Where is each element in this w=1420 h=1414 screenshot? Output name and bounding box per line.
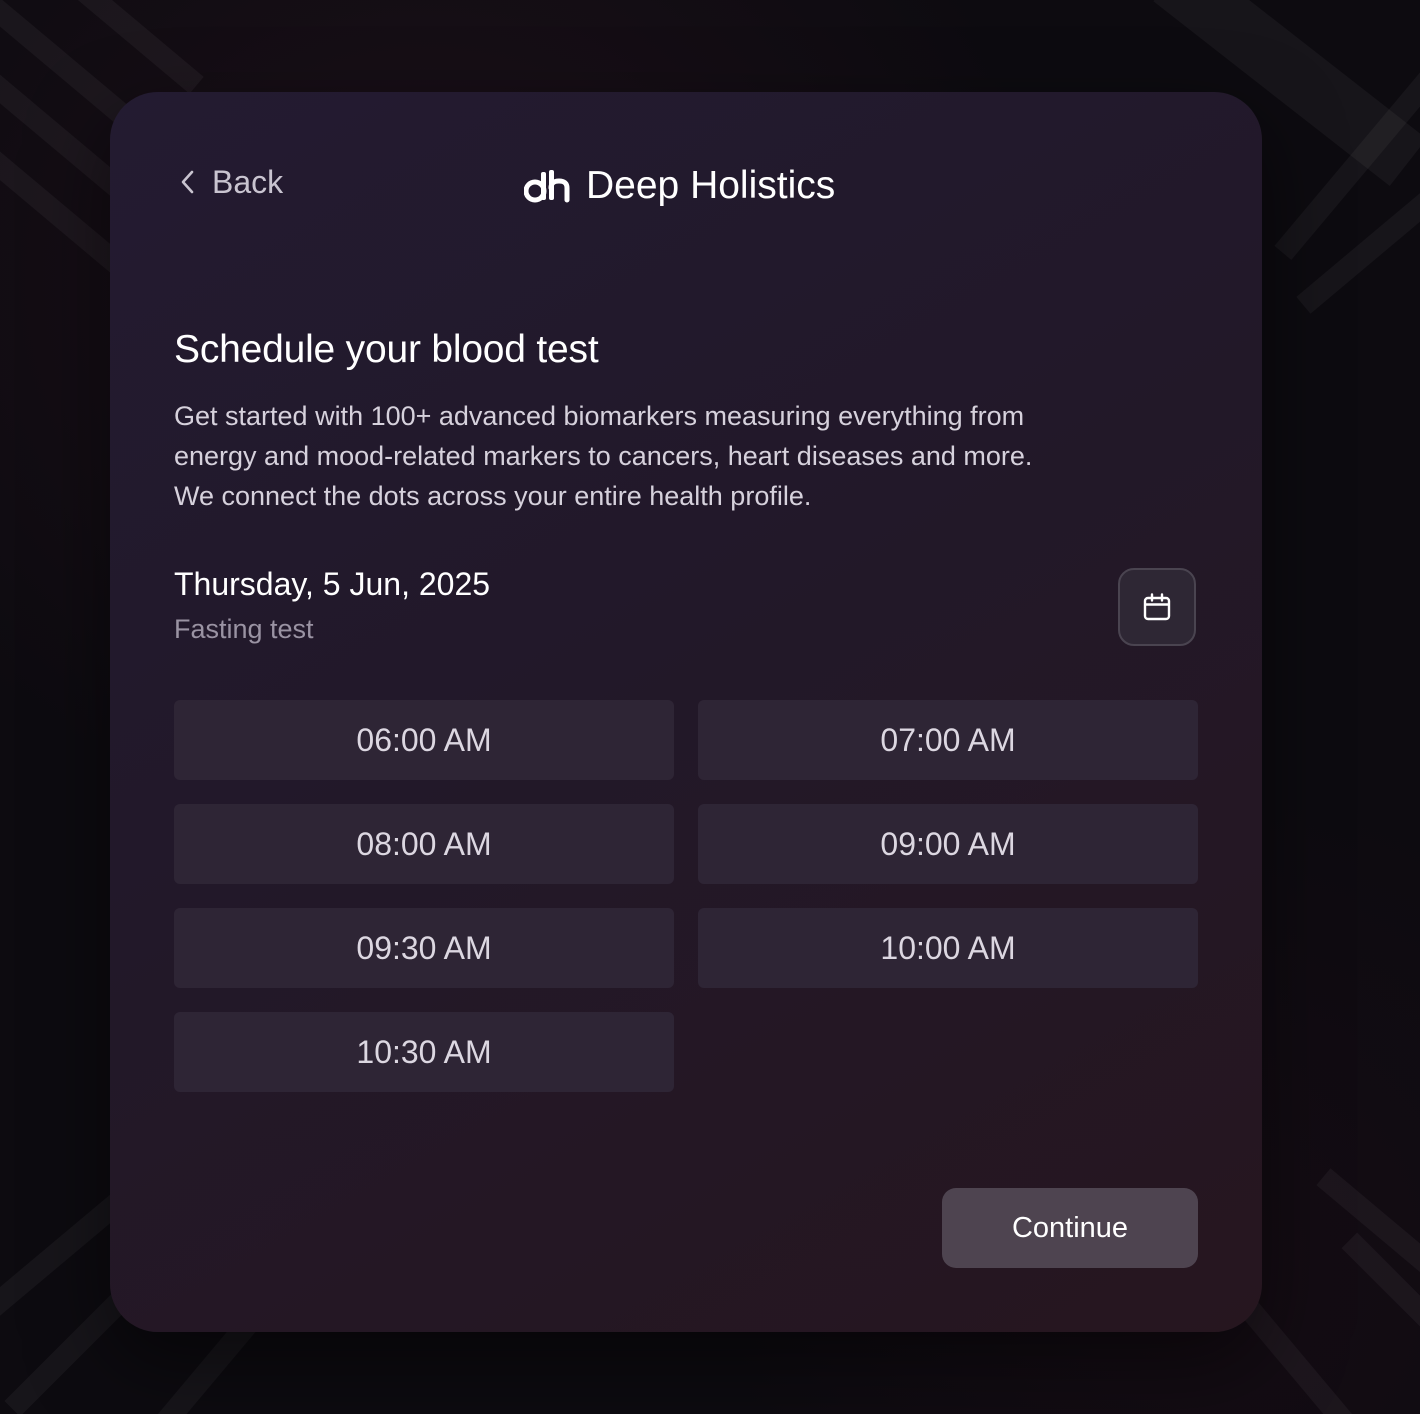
time-slot-grid: 06:00 AM 07:00 AM 08:00 AM 09:00 AM 09:3… [174, 700, 1198, 1092]
back-button[interactable]: Back [178, 156, 283, 208]
page-description: Get started with 100+ advanced biomarker… [174, 401, 1033, 511]
time-slot-button[interactable]: 06:00 AM [174, 700, 674, 780]
chevron-left-icon [178, 168, 198, 196]
time-slot-button[interactable]: 09:00 AM [698, 804, 1198, 884]
deep-holistics-logo [524, 168, 572, 204]
selected-date: Thursday, 5 Jun, 2025 [174, 566, 491, 602]
continue-button[interactable]: Continue [942, 1188, 1198, 1268]
calendar-icon [1142, 592, 1172, 622]
test-type-label: Fasting test [174, 614, 314, 644]
back-label: Back [212, 163, 284, 200]
time-slot-button[interactable]: 07:00 AM [698, 700, 1198, 780]
time-slot-button[interactable]: 10:30 AM [174, 1012, 674, 1092]
time-slot-button[interactable]: 10:00 AM [698, 908, 1198, 988]
page-title: Schedule your blood test [174, 328, 599, 371]
brand-name: Deep Holistics [586, 164, 836, 207]
time-slot-button[interactable]: 08:00 AM [174, 804, 674, 884]
time-slot-button[interactable]: 09:30 AM [174, 908, 674, 988]
brand-header: Deep Holistics [524, 158, 835, 214]
calendar-button[interactable] [1118, 568, 1196, 646]
booking-card: Back Deep Holistics Schedule your blood … [110, 92, 1262, 1332]
background-stripe [36, 0, 204, 94]
background-stripe [1296, 168, 1420, 314]
